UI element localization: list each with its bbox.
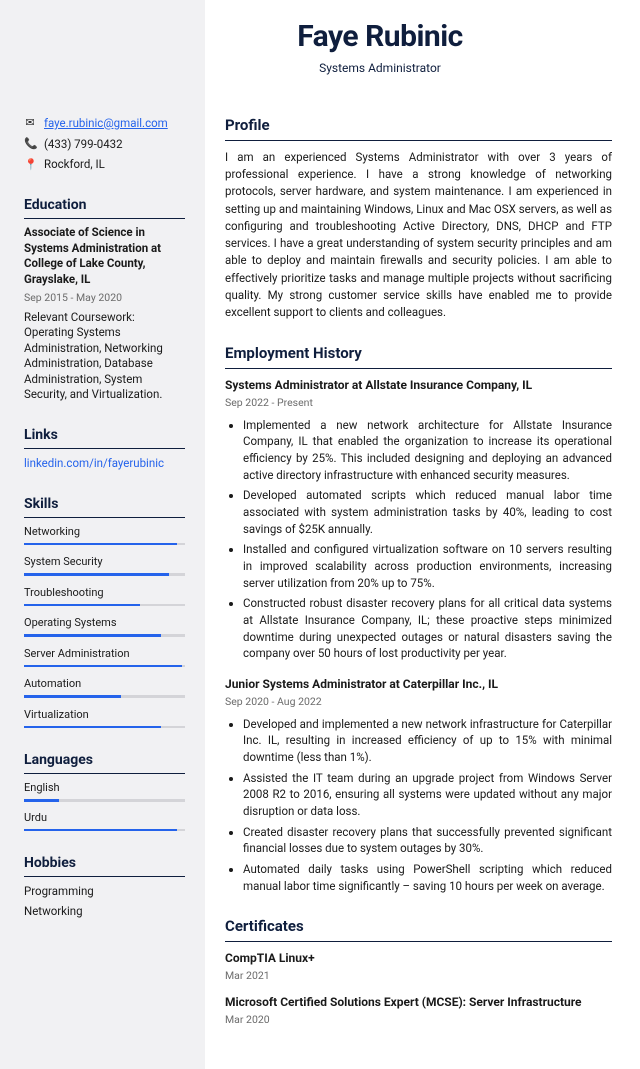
person-name: Faye Rubinic xyxy=(297,15,463,59)
phone-text: (433) 799-0432 xyxy=(44,136,123,153)
links-heading: Links xyxy=(24,425,185,449)
skill-name: Server Administration xyxy=(24,646,185,662)
skill-item: Troubleshooting xyxy=(24,585,185,606)
job-entry: Systems Administrator at Allstate Insura… xyxy=(225,377,612,662)
job-title: Systems Administrator at Allstate Insura… xyxy=(225,377,612,394)
certificates-section: Certificates CompTIA Linux+Mar 2021 Micro… xyxy=(225,916,612,1027)
job-bullet: Constructed robust disaster recovery pla… xyxy=(243,595,612,662)
job-entry: Junior Systems Administrator at Caterpil… xyxy=(225,676,612,894)
certificate-name: Microsoft Certified Solutions Expert (MC… xyxy=(225,994,612,1011)
education-heading: Education xyxy=(24,195,185,219)
languages-heading: Languages xyxy=(24,750,185,774)
phone-icon: 📞 xyxy=(24,136,36,152)
education-dates: Sep 2015 - May 2020 xyxy=(24,290,185,305)
job-bullets: Implemented a new network architecture f… xyxy=(225,417,612,662)
email-icon: ✉ xyxy=(24,115,36,131)
skill-name: Automation xyxy=(24,676,185,692)
profile-text: I am an experienced Systems Administrato… xyxy=(225,149,612,322)
education-section: Education Associate of Science in System… xyxy=(24,195,185,403)
job-bullet: Developed automated scripts which reduce… xyxy=(243,487,612,537)
certificate-date: Mar 2020 xyxy=(225,1012,612,1027)
skill-item: Server Administration xyxy=(24,646,185,667)
job-dates: Sep 2022 - Present xyxy=(225,395,612,410)
job-bullets: Developed and implemented a new network … xyxy=(225,716,612,895)
language-bar xyxy=(24,829,185,832)
job-bullet: Implemented a new network architecture f… xyxy=(243,417,612,484)
person-title: Systems Administrator xyxy=(319,60,441,77)
skill-bar xyxy=(24,665,185,668)
location-icon: 📍 xyxy=(24,157,36,173)
main-content: Profile I am an experienced Systems Admi… xyxy=(205,0,640,1069)
certificates-heading: Certificates xyxy=(225,916,612,942)
language-item: Urdu xyxy=(24,810,185,831)
skill-bar xyxy=(24,543,185,546)
language-name: English xyxy=(24,780,185,796)
skill-name: System Security xyxy=(24,554,185,570)
skill-name: Troubleshooting xyxy=(24,585,185,601)
language-name: Urdu xyxy=(24,810,185,826)
job-bullet: Installed and configured virtualization … xyxy=(243,541,612,591)
contact-block: ✉ faye.rubinic@gmail.com 📞 (433) 799-043… xyxy=(24,115,185,173)
certificate-name: CompTIA Linux+ xyxy=(225,950,612,967)
hobby-item: Networking xyxy=(24,903,185,920)
certificate-entry: CompTIA Linux+Mar 2021 xyxy=(225,950,612,984)
education-degree: Associate of Science in Systems Administ… xyxy=(24,225,185,287)
skill-item: Networking xyxy=(24,524,185,545)
languages-section: Languages English Urdu xyxy=(24,750,185,831)
language-item: English xyxy=(24,780,185,801)
sidebar: ✉ faye.rubinic@gmail.com 📞 (433) 799-043… xyxy=(0,0,205,1069)
skill-bar xyxy=(24,573,185,576)
job-dates: Sep 2020 - Aug 2022 xyxy=(225,694,612,709)
employment-heading: Employment History xyxy=(225,343,612,369)
hobby-item: Programming xyxy=(24,883,185,900)
resume-header: Faye Rubinic Systems Administrator xyxy=(0,0,640,92)
certificate-entry: Microsoft Certified Solutions Expert (MC… xyxy=(225,994,612,1028)
language-bar xyxy=(24,799,185,802)
contact-location-row: 📍 Rockford, IL xyxy=(24,156,185,173)
profile-section: Profile I am an experienced Systems Admi… xyxy=(225,115,612,321)
skill-bar xyxy=(24,726,185,729)
contact-email-row: ✉ faye.rubinic@gmail.com xyxy=(24,115,185,132)
skill-bar xyxy=(24,604,185,607)
contact-phone-row: 📞 (433) 799-0432 xyxy=(24,136,185,153)
skill-name: Virtualization xyxy=(24,707,185,723)
skills-heading: Skills xyxy=(24,494,185,518)
hobbies-heading: Hobbies xyxy=(24,853,185,877)
job-bullet: Created disaster recovery plans that suc… xyxy=(243,824,612,857)
skills-section: Skills Networking System Security Troubles… xyxy=(24,494,185,728)
links-section: Links linkedin.com/in/fayerubinic xyxy=(24,425,185,472)
skill-item: Automation xyxy=(24,676,185,697)
hobbies-section: Hobbies Programming Networking xyxy=(24,853,185,920)
job-bullet: Automated daily tasks using PowerShell s… xyxy=(243,861,612,894)
education-coursework: Relevant Coursework: Operating Systems A… xyxy=(24,310,185,403)
skill-name: Operating Systems xyxy=(24,615,185,631)
job-bullet: Assisted the IT team during an upgrade p… xyxy=(243,770,612,820)
email-link[interactable]: faye.rubinic@gmail.com xyxy=(44,115,168,132)
skill-name: Networking xyxy=(24,524,185,540)
linkedin-link[interactable]: linkedin.com/in/fayerubinic xyxy=(24,456,164,470)
profile-heading: Profile xyxy=(225,115,612,141)
skill-item: Operating Systems xyxy=(24,615,185,636)
certificate-date: Mar 2021 xyxy=(225,968,612,983)
skill-item: System Security xyxy=(24,554,185,575)
location-text: Rockford, IL xyxy=(44,156,105,173)
skill-bar xyxy=(24,634,185,637)
job-title: Junior Systems Administrator at Caterpil… xyxy=(225,676,612,693)
skill-item: Virtualization xyxy=(24,707,185,728)
skill-bar xyxy=(24,695,185,698)
job-bullet: Developed and implemented a new network … xyxy=(243,716,612,766)
employment-section: Employment History Systems Administrator… xyxy=(225,343,612,894)
